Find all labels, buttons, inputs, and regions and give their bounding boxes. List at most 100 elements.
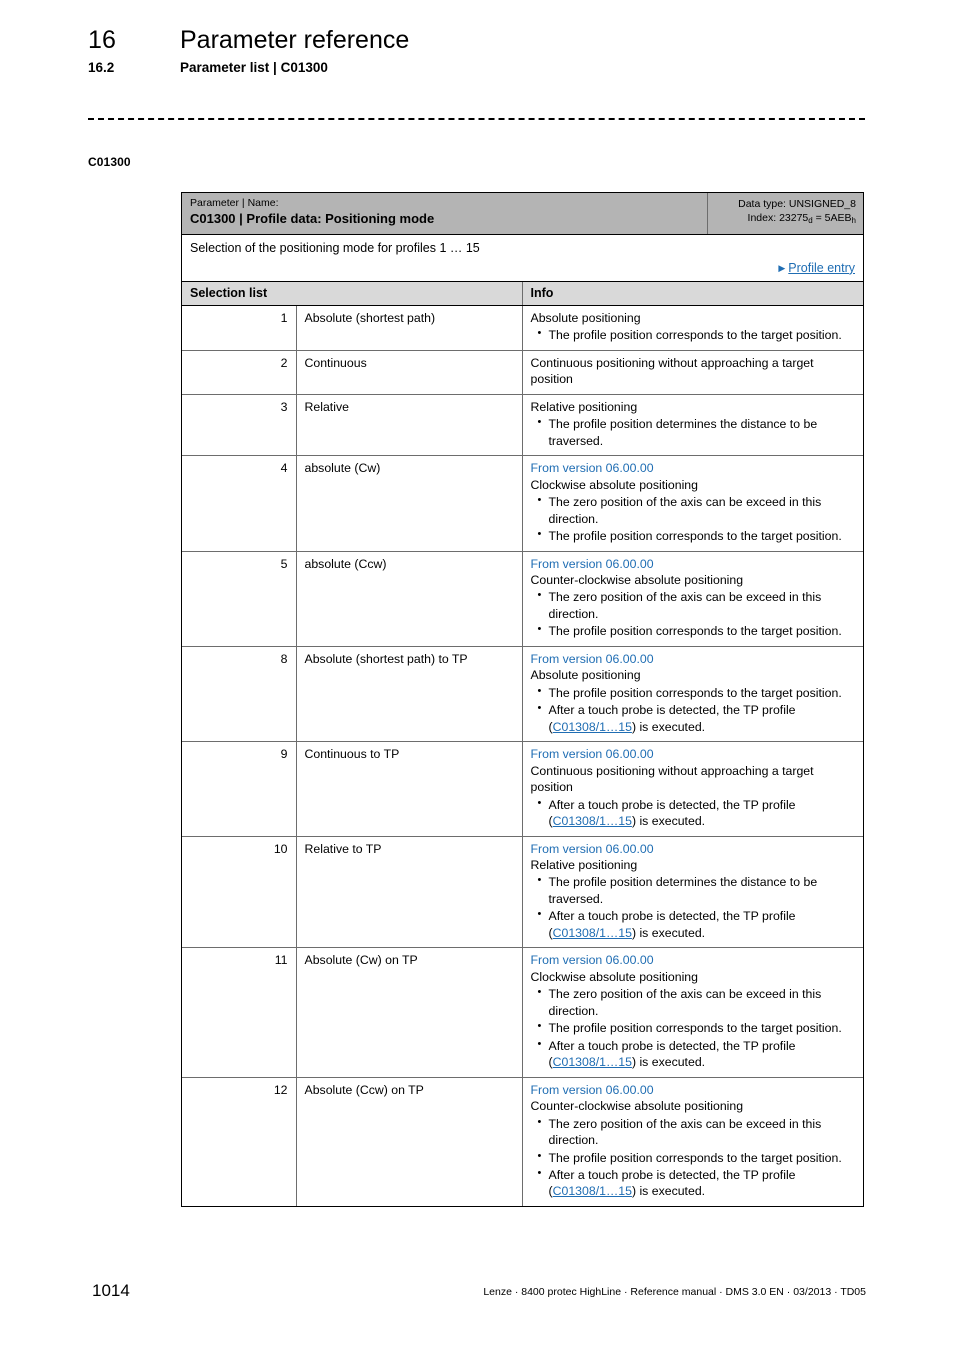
info-bullet-list: The zero position of the axis can be exc… [531,493,856,544]
info-bullet-item: The profile position corresponds to the … [531,527,856,544]
parameter-meta: Data type: UNSIGNED_8 Index: 23275d = 5A… [707,193,863,235]
triangle-bullet-icon: ▶ [778,262,786,273]
info-bullet-item: After a touch probe is detected, the TP … [531,701,856,735]
chapter-heading: 16 Parameter reference [88,26,868,55]
parameter-header-bar: Parameter | Name: C01300 | Profile data:… [182,193,863,236]
table-row: 1 Absolute (shortest path) Absolute positi… [182,305,864,351]
selection-list-table: Selection list Info 1 Absolute (shortest … [182,281,864,1206]
info-bullet-list: The zero position of the axis can be exc… [531,1115,856,1200]
selection-info: From version 06.00.00 Clockwise absolute … [521,947,864,1078]
selection-name: Absolute (shortest path) to TP [296,645,523,742]
version-note: From version 06.00.00 [530,461,654,476]
selection-name: Relative [296,393,523,456]
selection-value: 9 [182,741,297,837]
bullet-text-after-link: ) is executed. [631,719,706,734]
selection-info: From version 06.00.00 Continuous position… [521,741,864,837]
parameter-identity: Parameter | Name: C01300 | Profile data:… [182,193,707,234]
section-number: 16.2 [88,60,115,75]
column-header-info: Info [521,281,864,306]
page-header: 16 Parameter reference 16.2 Parameter li… [88,26,868,75]
parameter-crossref-link[interactable]: C01308/1…15 [553,720,632,734]
info-bullet-list: The profile position determines the dist… [531,873,856,941]
info-bullet-item: After a touch probe is detected, the TP … [531,796,856,830]
info-bullet-list: The profile position corresponds to the … [531,326,856,343]
bullet-text-after-link: ) is executed. [631,814,706,829]
bullet-text: The profile position determines the dist… [548,417,818,448]
info-lead-text: Absolute positioning [530,310,641,325]
parameter-header-label: Parameter | Name: [190,197,279,209]
selection-value: 11 [182,947,297,1078]
table-body: 1 Absolute (shortest path) Absolute positi… [182,305,864,1206]
info-bullet-list: The profile position corresponds to the … [531,684,856,735]
info-lead-text: Continuous positioning without approachi… [530,355,814,387]
bullet-text-after-link: ) is executed. [631,1184,706,1199]
info-bullet-item: The profile position corresponds to the … [531,1019,856,1036]
info-bullet-item: The zero position of the axis can be exc… [531,493,856,527]
info-lead-text: Absolute positioning [530,668,641,683]
parameter-description: Selection of the positioning mode for pr… [190,241,480,256]
version-note: From version 06.00.00 [530,1082,654,1097]
index-hex-subscript: h [851,215,856,225]
selection-info: Relative positioning The profile position… [521,393,864,456]
selection-value: 2 [182,349,297,395]
parameter-crossref-link[interactable]: C01308/1…15 [553,1184,632,1198]
selection-name: Absolute (Ccw) on TP [296,1076,523,1206]
table-header-row: Selection list Info [182,281,864,306]
chapter-number: 16 [88,26,117,54]
info-lead-text: Clockwise absolute positioning [530,969,698,984]
info-bullet-item: The zero position of the axis can be exc… [531,1115,856,1149]
table-row: 10 Relative to TP From version 06.00.00 Rel… [182,835,864,948]
page-number: 1014 [92,1281,130,1300]
bullet-text: The zero position of the axis can be exc… [548,495,822,526]
parameter-header-value: C01300 | Profile data: Positioning mode [190,211,435,227]
bullet-text: The profile position corresponds to the … [548,624,842,639]
selection-info: Continuous positioning without approachi… [521,349,864,395]
info-bullet-item: The zero position of the axis can be exc… [531,588,856,622]
bullet-text: The zero position of the axis can be exc… [548,1116,822,1148]
selection-value: 5 [182,550,297,647]
parameter-crossref-link[interactable]: C01308/1…15 [553,926,632,940]
parameter-block: Parameter | Name: C01300 | Profile data:… [181,192,864,1207]
chapter-title: Parameter reference [180,26,410,54]
info-bullet-list: After a touch probe is detected, the TP … [531,796,856,830]
table-row: 8 Absolute (shortest path) to TP From vers… [182,645,864,742]
bullet-text-after-link: ) is executed. [631,925,706,940]
version-note: From version 06.00.00 [530,747,654,762]
parameter-crossref-link[interactable]: C01308/1…15 [553,1055,632,1069]
selection-info: From version 06.00.00 Relative positionin… [521,835,864,948]
profile-entry-link[interactable]: Profile entry [788,261,855,275]
bullet-text: The zero position of the axis can be exc… [548,987,822,1018]
section-title: Parameter list | C01300 [180,60,328,75]
info-bullet-item: The profile position corresponds to the … [531,326,856,343]
version-note: From version 06.00.00 [530,953,654,968]
related-link-row: ▶ Profile entry [190,259,855,277]
table-row: 11 Absolute (Cw) on TP From version 06.00.… [182,947,864,1078]
info-bullet-list: The zero position of the axis can be exc… [531,985,856,1070]
selection-value: 10 [182,835,297,948]
info-bullet-item: The profile position corresponds to the … [531,684,856,701]
parameter-crossref-link[interactable]: C01308/1…15 [553,814,632,828]
bullet-text: The profile position corresponds to the … [548,328,842,343]
selection-name: Continuous to TP [296,741,523,837]
bullet-text: The profile position corresponds to the … [548,685,842,700]
parameter-description-row: Selection of the positioning mode for pr… [182,235,863,282]
info-bullet-item: The profile position corresponds to the … [531,622,856,639]
bullet-text: The profile position corresponds to the … [548,1150,842,1165]
info-bullet-list: The profile position determines the dist… [531,415,856,449]
version-note: From version 06.00.00 [530,841,654,856]
header-divider [88,118,865,120]
info-lead-text: Continuous positioning without approachi… [530,763,814,795]
column-header-selection-list: Selection list [182,281,523,306]
index-decimal-prefix: Index: 23275 [747,212,809,225]
selection-value: 4 [182,455,297,552]
info-bullet-item: After a touch probe is detected, the TP … [531,907,856,941]
table-row: 4 absolute (Cw) From version 06.00.00 Clock… [182,455,864,552]
version-note: From version 06.00.00 [530,651,654,666]
info-lead-text: Counter-clockwise absolute positioning [530,572,744,587]
margin-parameter-label: C01300 [88,155,131,169]
info-bullet-item: The profile position determines the dist… [531,873,856,907]
info-lead-text: Counter-clockwise absolute positioning [530,1099,744,1114]
footer-document-info: Lenze · 8400 protec HighLine · Reference… [483,1286,866,1298]
selection-name: Absolute (shortest path) [304,310,436,325]
info-bullet-item: After a touch probe is detected, the TP … [531,1166,856,1200]
